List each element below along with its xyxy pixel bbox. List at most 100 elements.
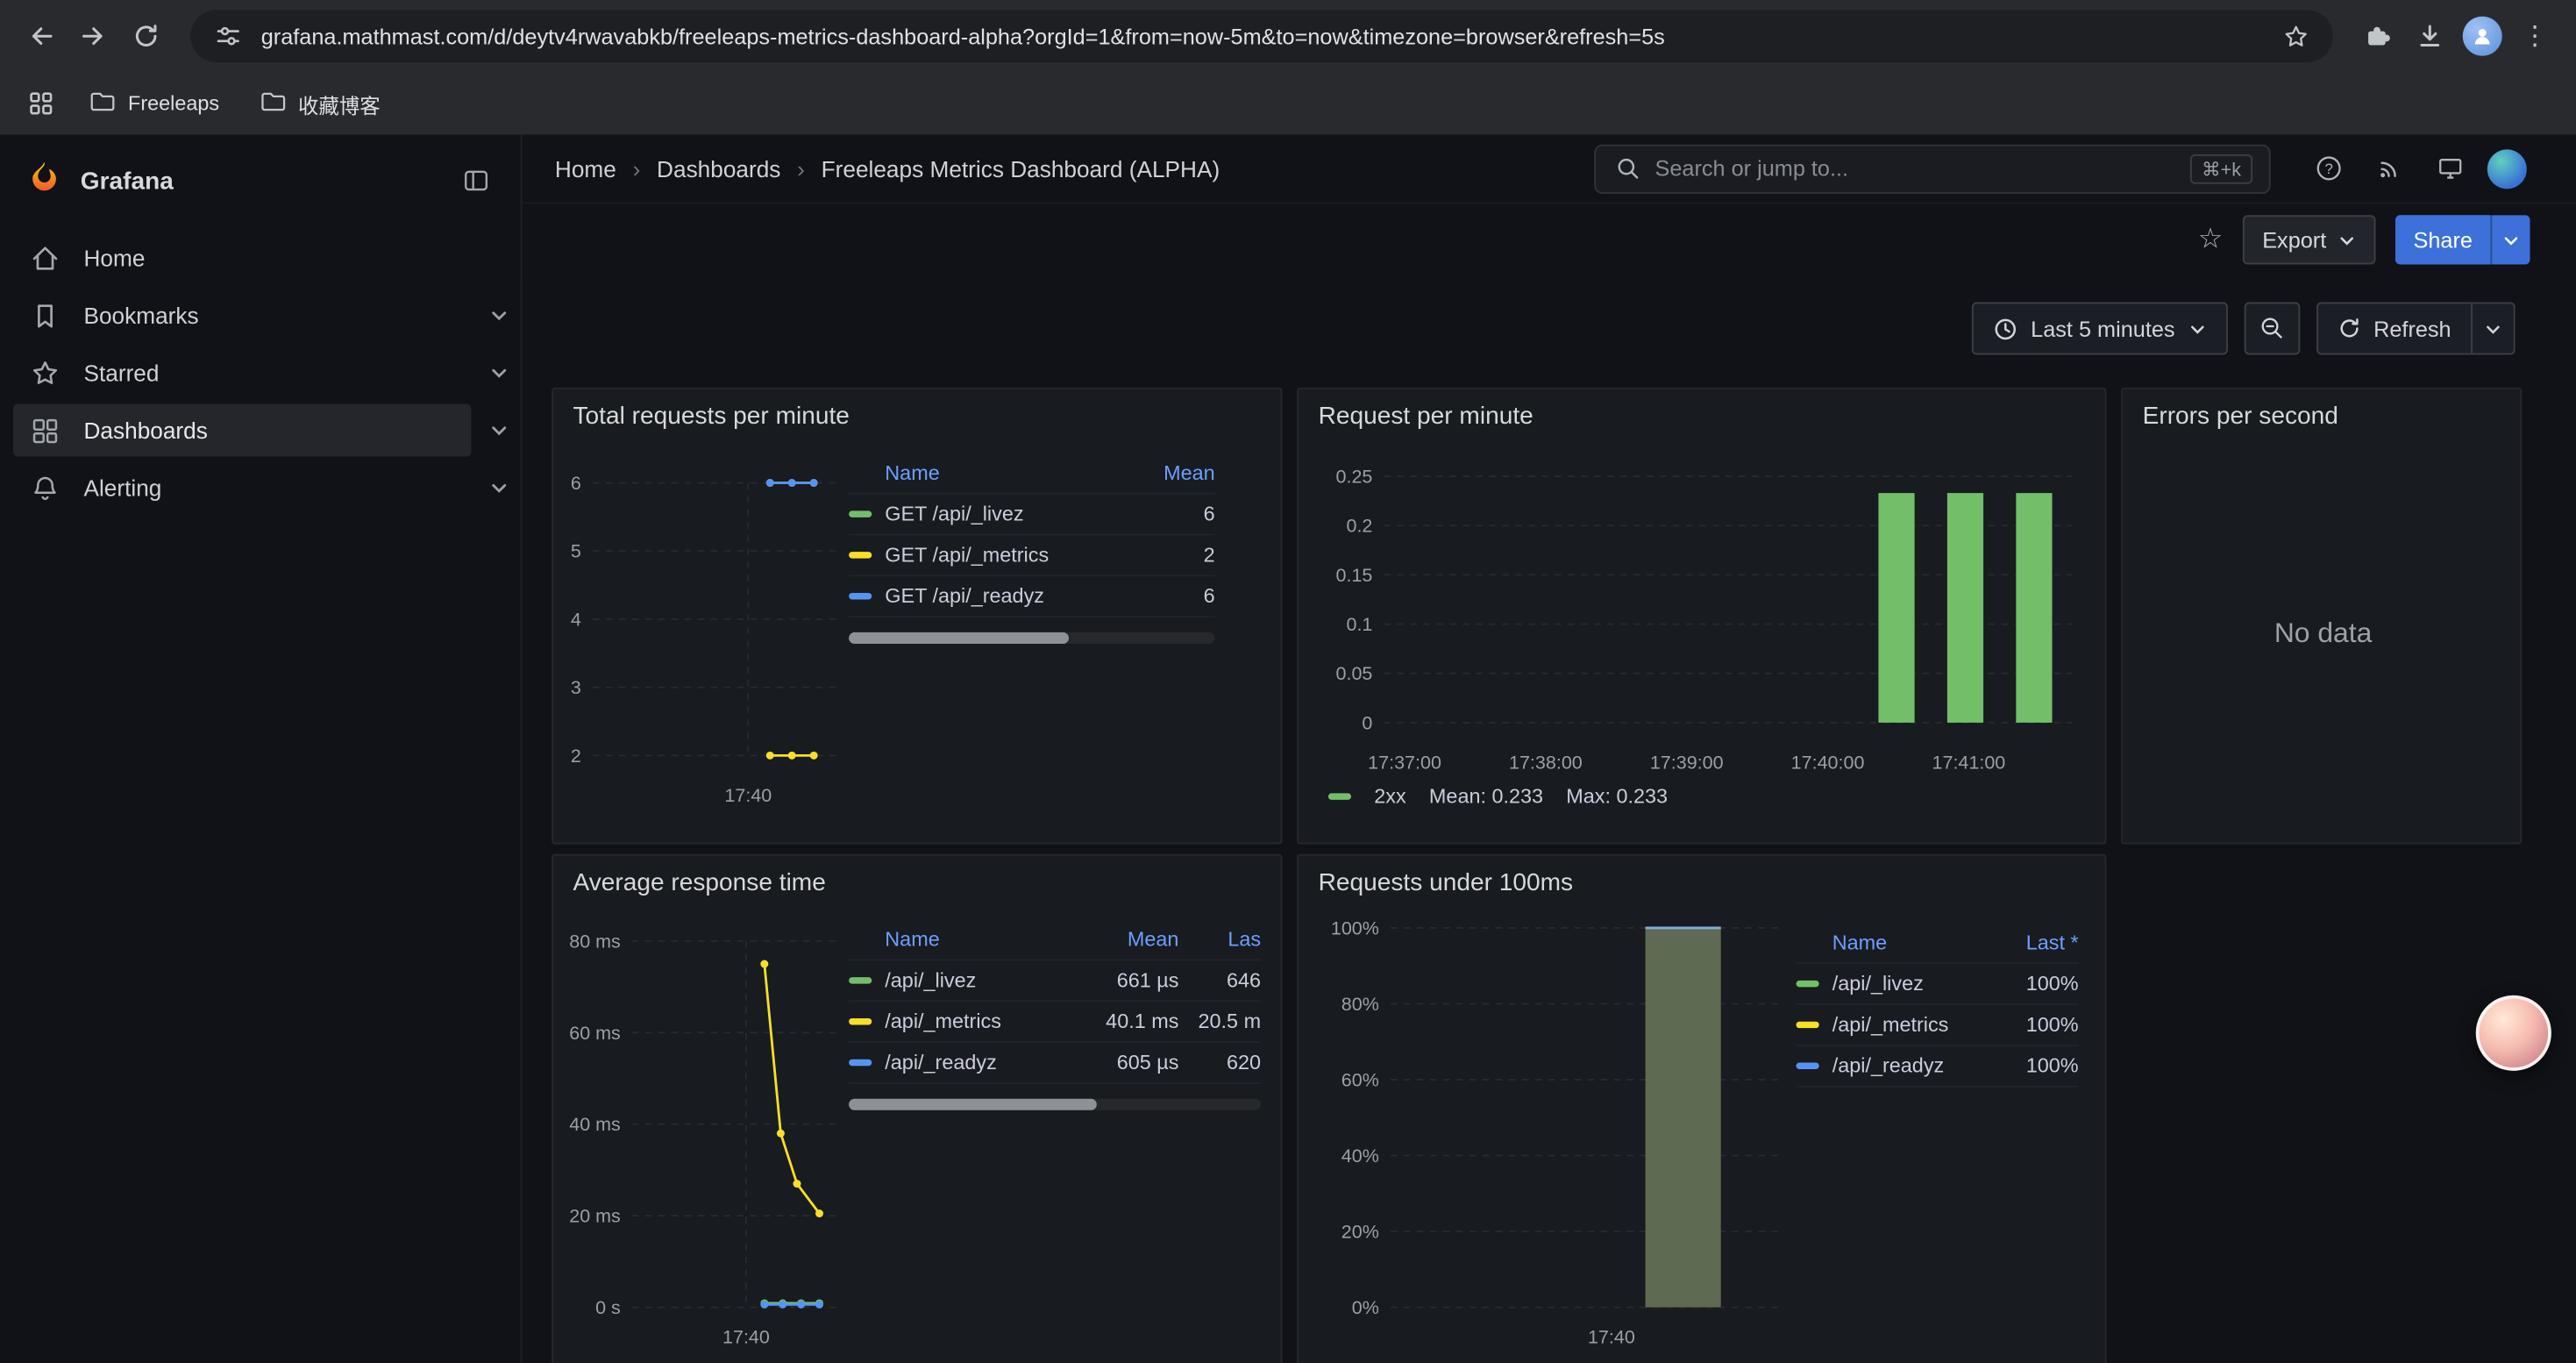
- export-button[interactable]: Export: [2243, 215, 2376, 264]
- svg-text:40 ms: 40 ms: [570, 1114, 621, 1135]
- legend-header[interactable]: Mean: [1074, 928, 1179, 951]
- refresh-button[interactable]: Refresh: [2316, 303, 2473, 355]
- breadcrumb-home[interactable]: Home: [555, 155, 616, 182]
- legend-header[interactable]: Name: [849, 461, 1125, 484]
- share-split-button: Share: [2395, 215, 2530, 264]
- address-bar[interactable]: grafana.mathmast.com/d/deytv4rwavabkb/fr…: [190, 10, 2333, 62]
- legend-value: 661 µs: [1074, 969, 1179, 992]
- chevron-down-icon[interactable]: [478, 420, 521, 439]
- bookmark-star-icon[interactable]: [2277, 18, 2313, 54]
- menu-kebab-icon[interactable]: ⋮: [2510, 11, 2559, 61]
- share-menu-caret[interactable]: [2491, 215, 2530, 264]
- zoom-out-button[interactable]: [2244, 303, 2300, 355]
- legend-value: 605 µs: [1074, 1051, 1179, 1074]
- legend-row: /api/_readyz605 µs620: [849, 1043, 1261, 1084]
- legend-header[interactable]: Mean: [1125, 461, 1215, 484]
- reload-button[interactable]: [122, 11, 171, 61]
- legend-row: /api/_readyz100%: [1797, 1046, 2079, 1088]
- extensions-icon[interactable]: [2352, 11, 2402, 61]
- panel-title[interactable]: Average response time: [553, 856, 1281, 901]
- news-rss-icon[interactable]: [2366, 146, 2411, 191]
- bar-chart-requests-under-100ms[interactable]: 100%80%60%40%20%0%17:40: [1315, 900, 1791, 1357]
- svg-text:0%: 0%: [1352, 1297, 1379, 1318]
- legend-series[interactable]: /api/_metrics: [849, 1010, 1074, 1033]
- svg-text:0: 0: [1362, 712, 1372, 733]
- legend-scrollbar-thumb[interactable]: [849, 632, 1069, 644]
- search-input[interactable]: [1654, 156, 2177, 181]
- series-color-swatch: [849, 552, 872, 558]
- time-range-picker[interactable]: Last 5 minutes: [1972, 303, 2228, 355]
- legend-series[interactable]: /api/_readyz: [1797, 1054, 1989, 1077]
- sidebar-item-alerting[interactable]: Alerting: [0, 460, 521, 516]
- legend-mean: Mean: 0.233: [1429, 785, 1543, 808]
- sidebar-item-bookmarks[interactable]: Bookmarks: [0, 288, 521, 344]
- svg-text:4: 4: [571, 609, 581, 630]
- chevron-down-icon: [2338, 231, 2356, 249]
- favorite-star-icon[interactable]: ☆: [2198, 224, 2224, 256]
- grafana-logo[interactable]: [26, 159, 62, 203]
- legend-series[interactable]: /api/_livez: [1797, 973, 1989, 995]
- legend-series[interactable]: GET /api/_metrics: [849, 544, 1125, 567]
- legend-value: 646: [1178, 969, 1261, 992]
- monitor-icon[interactable]: [2427, 146, 2473, 191]
- legend-series[interactable]: /api/_readyz: [849, 1051, 1074, 1074]
- legend-header[interactable]: Last *: [1989, 931, 2079, 954]
- downloads-icon[interactable]: [2405, 11, 2454, 61]
- profile-avatar[interactable]: [2458, 11, 2507, 61]
- panel-title[interactable]: Request per minute: [1299, 389, 2104, 434]
- svg-text:20%: 20%: [1341, 1221, 1379, 1242]
- forward-button[interactable]: [69, 11, 118, 61]
- chevron-down-icon[interactable]: [478, 478, 521, 497]
- legend-series[interactable]: 2xx: [1374, 785, 1405, 808]
- legend-header[interactable]: Name: [1797, 931, 1989, 954]
- assistant-avatar[interactable]: [2476, 995, 2551, 1071]
- breadcrumb-dashboards[interactable]: Dashboards: [657, 155, 780, 182]
- sidebar-item-dashboards[interactable]: Dashboards: [0, 403, 521, 459]
- legend-header[interactable]: Name: [849, 928, 1074, 951]
- search-box[interactable]: ⌘+k: [1594, 144, 2270, 193]
- bookmark-folder-blogs[interactable]: 收藏博客: [249, 83, 390, 125]
- breadcrumb-separator: ›: [795, 155, 806, 182]
- sidebar-item-home[interactable]: Home: [0, 230, 521, 286]
- panel-title[interactable]: Errors per second: [2123, 389, 2520, 434]
- back-button[interactable]: [17, 11, 66, 61]
- breadcrumb-current: Freeleaps Metrics Dashboard (ALPHA): [822, 155, 1220, 182]
- legend-scrollbar-thumb[interactable]: [849, 1099, 1096, 1110]
- panel-average-response-time: Average response time 80 ms60 ms40 ms20 …: [551, 854, 1282, 1363]
- refresh-interval-caret[interactable]: [2473, 303, 2516, 355]
- chevron-down-icon[interactable]: [478, 363, 521, 382]
- legend-series[interactable]: /api/_metrics: [1797, 1013, 1989, 1036]
- chevron-down-icon[interactable]: [478, 305, 521, 325]
- panel-title[interactable]: Requests under 100ms: [1299, 856, 2104, 901]
- legend-series[interactable]: GET /api/_livez: [849, 503, 1125, 525]
- legend-row: /api/_metrics100%: [1797, 1005, 2079, 1046]
- sidebar-item-starred[interactable]: Starred: [0, 345, 521, 401]
- share-button[interactable]: Share: [2395, 215, 2491, 264]
- legend-scrollbar[interactable]: [849, 632, 1215, 644]
- refresh-split-button: Refresh: [2316, 303, 2516, 355]
- legend-value: 20.5 m: [1178, 1010, 1261, 1033]
- svg-text:5: 5: [571, 541, 581, 562]
- legend-header[interactable]: Las: [1178, 928, 1261, 951]
- svg-text:6: 6: [571, 473, 581, 494]
- bookmark-folder-freeleaps[interactable]: Freeleaps: [79, 83, 230, 123]
- svg-text:17:39:00: 17:39:00: [1650, 752, 1724, 773]
- user-avatar[interactable]: [2487, 148, 2527, 188]
- panel-title[interactable]: Total requests per minute: [553, 389, 1281, 434]
- svg-text:60 ms: 60 ms: [570, 1023, 621, 1044]
- url-text[interactable]: grafana.mathmast.com/d/deytv4rwavabkb/fr…: [261, 24, 2263, 48]
- site-settings-icon[interactable]: [210, 18, 246, 54]
- svg-text:60%: 60%: [1341, 1069, 1379, 1090]
- legend-series[interactable]: /api/_livez: [849, 969, 1074, 992]
- line-chart-response-time[interactable]: 80 ms60 ms40 ms20 ms0 s17:40: [570, 900, 849, 1357]
- screen: grafana.mathmast.com/d/deytv4rwavabkb/fr…: [0, 0, 2576, 1363]
- legend-series[interactable]: GET /api/_readyz: [849, 585, 1125, 608]
- help-icon[interactable]: ?: [2305, 146, 2351, 191]
- apps-grid-icon[interactable]: [23, 85, 59, 121]
- line-chart-total-requests[interactable]: 6543217:40: [570, 433, 849, 814]
- bar-chart-request-per-minute[interactable]: 0.250.20.150.10.05017:37:0017:38:0017:39…: [1315, 433, 2085, 781]
- dock-menu-icon[interactable]: [461, 166, 494, 196]
- legend-scrollbar[interactable]: [849, 1099, 1261, 1110]
- search-icon: [1612, 146, 1642, 191]
- svg-text:17:40:00: 17:40:00: [1791, 752, 1865, 773]
